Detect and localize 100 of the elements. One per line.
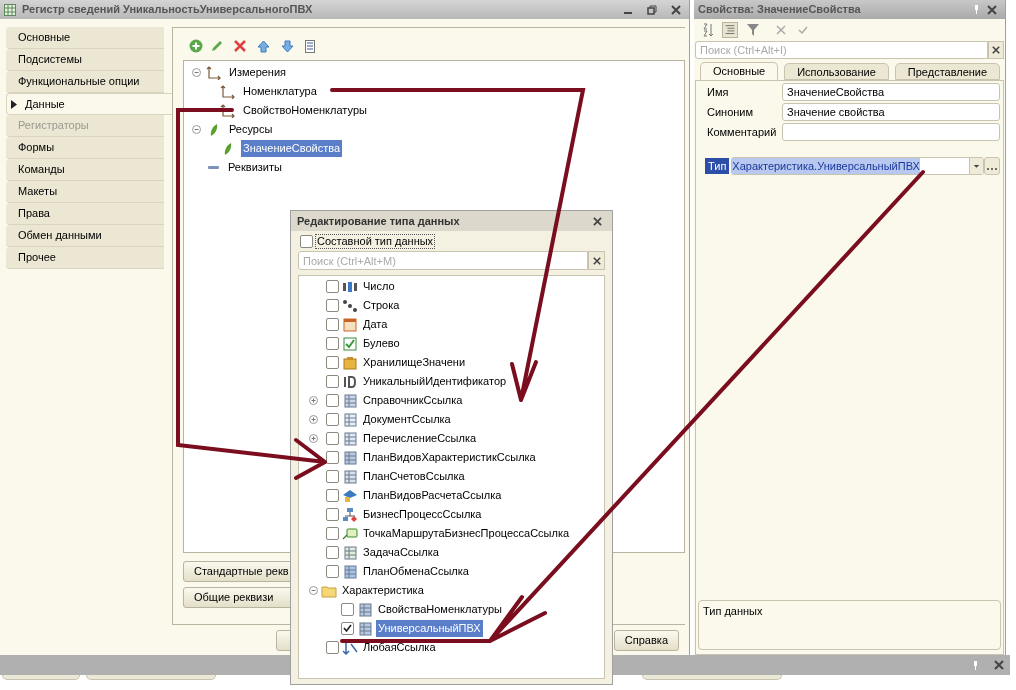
type-item[interactable]: ПланВидовХарактеристикСсылка (361, 449, 538, 466)
filter-icon[interactable] (746, 23, 760, 37)
tree-item[interactable]: Ресурсы (227, 121, 275, 138)
type-item[interactable]: ПланОбменаСсылка (361, 563, 471, 580)
type-item[interactable]: Число (361, 278, 397, 295)
checkbox[interactable] (326, 413, 339, 426)
sidebar-tab[interactable]: Обмен данными (6, 225, 164, 247)
tab[interactable]: Использование (784, 63, 889, 80)
checkbox[interactable] (326, 375, 339, 388)
type-item[interactable]: ПланВидовРасчетаСсылка (361, 487, 504, 504)
close-icon[interactable] (994, 660, 1004, 670)
pin-icon[interactable] (974, 5, 979, 14)
close-icon[interactable] (593, 216, 602, 226)
collapse-icon[interactable] (309, 586, 318, 595)
type-field[interactable]: Характеристика.УниверсальныйПВХ (731, 157, 984, 175)
tab[interactable]: Представление (894, 63, 1001, 80)
expand-icon[interactable] (309, 434, 318, 443)
checkbox[interactable] (300, 234, 313, 248)
expand-icon[interactable] (309, 396, 318, 405)
tab[interactable]: Основные (700, 62, 779, 80)
type-item[interactable]: Булево (361, 335, 402, 352)
checkbox[interactable] (341, 603, 354, 616)
checkbox[interactable] (326, 432, 339, 445)
type-item[interactable]: СправочникСсылка (361, 392, 465, 409)
checkbox[interactable] (326, 356, 339, 369)
checkbox[interactable] (326, 337, 339, 350)
checkbox[interactable] (326, 565, 339, 578)
sidebar-tab[interactable]: Формы (6, 137, 164, 159)
cancel-icon[interactable] (776, 25, 786, 35)
collapse-icon[interactable] (192, 125, 201, 134)
type-item[interactable]: Характеристика (340, 582, 426, 599)
type-item[interactable]: ПланСчетовСсылка (361, 468, 467, 485)
delete-icon[interactable] (234, 40, 246, 52)
tree-item[interactable]: Номенклатура (241, 83, 319, 100)
tree-item[interactable]: Реквизиты (226, 159, 284, 176)
close-icon[interactable] (987, 4, 997, 15)
checkbox[interactable] (326, 299, 339, 312)
pencil-icon[interactable] (210, 39, 223, 53)
up-arrow-icon[interactable] (257, 39, 270, 53)
checkbox[interactable] (326, 527, 339, 540)
sidebar-tab[interactable]: Команды (6, 159, 164, 181)
tree-item[interactable]: СвойствоНоменклатуры (241, 102, 369, 119)
sidebar-tab[interactable]: Функциональные опции (6, 71, 164, 93)
checkbox-label[interactable]: Составной тип данных (315, 233, 436, 249)
list-icon[interactable] (305, 39, 317, 53)
clear-icon[interactable] (592, 256, 601, 265)
checkbox[interactable] (326, 318, 339, 331)
down-arrow-icon[interactable] (281, 39, 294, 53)
text-field[interactable]: ЗначениеСвойства (782, 83, 1000, 101)
sidebar-tab[interactable]: Основные (6, 27, 164, 49)
checkbox[interactable] (326, 641, 339, 654)
pin-icon[interactable] (973, 660, 978, 670)
clear-button[interactable] (988, 41, 1004, 59)
checkbox[interactable] (326, 280, 339, 293)
sort-icon[interactable] (702, 23, 714, 37)
checkbox[interactable] (326, 394, 339, 407)
search-field[interactable]: Поиск (Ctrl+Alt+M) (298, 251, 588, 270)
footer-button[interactable]: Справка (613, 629, 679, 651)
clear-icon[interactable] (992, 46, 1000, 54)
checkbox[interactable] (326, 508, 339, 521)
add-icon[interactable] (189, 39, 203, 53)
checkbox[interactable] (326, 451, 339, 464)
type-item[interactable]: Строка (361, 297, 402, 314)
close-icon[interactable] (671, 4, 681, 15)
sidebar-tab[interactable]: Данные (6, 93, 172, 115)
type-item[interactable]: БизнесПроцессСсылка (361, 506, 484, 523)
checkbox[interactable] (326, 489, 339, 502)
text-field[interactable] (782, 123, 1000, 141)
dash-icon (208, 166, 219, 169)
ellipsis-button[interactable] (984, 157, 1000, 175)
type-item[interactable]: УникальныйИдентификатор (361, 373, 509, 390)
sidebar-tab[interactable]: Прочее (6, 247, 164, 269)
table-icon (342, 450, 358, 465)
text-field[interactable]: Значение свойства (782, 103, 1000, 121)
type-item[interactable]: ЛюбаяСсылка (361, 639, 438, 656)
checkbox[interactable] (326, 470, 339, 483)
sidebar-tab[interactable]: Права (6, 203, 164, 225)
tree-item[interactable]: ЗначениеСвойства (241, 140, 343, 157)
clear-button[interactable] (588, 251, 605, 270)
type-item[interactable]: ДокументСсылка (361, 411, 453, 428)
search-field[interactable]: Поиск (Ctrl+Alt+I) (695, 41, 988, 59)
sidebar-tab[interactable]: Макеты (6, 181, 164, 203)
tree-item[interactable]: Измерения (227, 64, 289, 81)
categories-icon[interactable] (722, 22, 738, 38)
restore-icon[interactable] (647, 4, 657, 15)
checkmark-icon[interactable] (798, 25, 808, 35)
checkmark-icon (343, 624, 352, 633)
type-item[interactable]: ТочкаМаршрутаБизнесПроцессаСсылка (361, 525, 572, 542)
expand-icon[interactable] (309, 415, 318, 424)
collapse-icon[interactable] (192, 68, 201, 77)
sidebar-tab[interactable]: Подсистемы (6, 49, 164, 71)
type-item[interactable]: Дата (361, 316, 390, 333)
type-item[interactable]: ЗадачаСсылка (361, 544, 441, 561)
dropdown-icon[interactable] (969, 158, 983, 174)
type-item[interactable]: УниверсальныйПВХ (376, 620, 483, 637)
type-item[interactable]: ХранилищеЗначени (361, 354, 468, 371)
checkbox[interactable] (341, 622, 354, 635)
type-item[interactable]: СвойстваНоменклатуры (376, 601, 504, 618)
type-item[interactable]: ПеречислениеСсылка (361, 430, 479, 447)
checkbox[interactable] (326, 546, 339, 559)
